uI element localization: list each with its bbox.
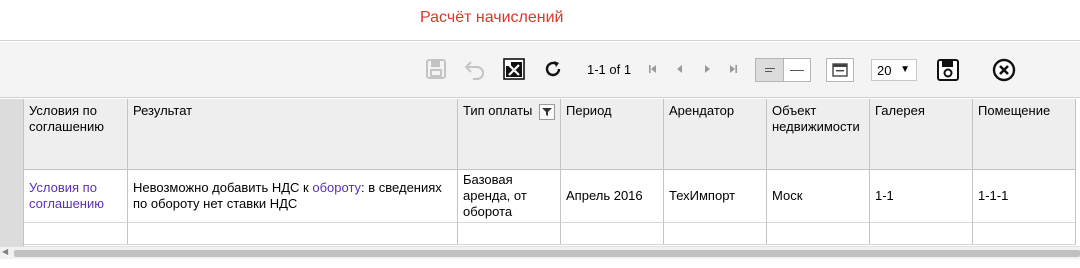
column-header-payment-type-label: Тип оплаты	[463, 103, 533, 118]
turnover-link[interactable]: обороту	[312, 180, 361, 195]
conditions-link[interactable]: Условия по соглашению	[29, 180, 122, 212]
horizontal-scrollbar[interactable]: ◀	[0, 246, 1080, 259]
empty-row-cell	[561, 223, 664, 245]
empty-row-cell	[128, 223, 458, 245]
column-header-period[interactable]: Период	[561, 99, 664, 170]
first-page-icon[interactable]	[647, 63, 659, 75]
page-size-select[interactable]: 20 ▼	[871, 59, 917, 81]
wide-view-icon[interactable]	[783, 59, 810, 81]
pager-text: 1-1 of 1	[587, 62, 632, 77]
table-row-cell-property: Моск	[767, 170, 870, 223]
column-header-result[interactable]: Результат	[128, 99, 458, 170]
column-header-payment-type[interactable]: Тип оплаты	[458, 99, 561, 170]
page-size-value: 20	[877, 63, 892, 78]
empty-row-cell	[458, 223, 561, 245]
table-row-cell-room: 1-1-1	[973, 170, 1076, 223]
result-text: Невозможно добавить НДС к обороту: в све…	[133, 180, 452, 212]
table-row-cell-payment-type: Базовая аренда, от оборота	[458, 170, 561, 223]
table-row-cell-conditions: Условия по соглашению	[24, 170, 128, 223]
save-icon[interactable]	[424, 57, 448, 81]
scroll-left-icon[interactable]: ◀	[2, 247, 8, 256]
empty-row-cell	[973, 223, 1076, 245]
page-title: Расчёт начислений	[420, 9, 564, 26]
empty-row-cell	[870, 223, 973, 245]
scrollbar-thumb[interactable]	[14, 250, 1080, 257]
column-chooser-icon[interactable]	[826, 58, 854, 82]
column-header-conditions[interactable]: Условия по соглашению	[24, 99, 128, 170]
result-text-before: Невозможно добавить НДС к	[133, 180, 313, 195]
empty-row-cell	[664, 223, 767, 245]
column-header-room[interactable]: Помещение	[973, 99, 1076, 170]
close-icon[interactable]	[991, 57, 1017, 83]
row-gutter	[0, 99, 24, 246]
compact-view-icon[interactable]	[756, 59, 783, 81]
save-settings-icon[interactable]	[935, 57, 961, 83]
table-row-cell-tenant: ТехИмпорт	[664, 170, 767, 223]
table-row-cell-gallery: 1-1	[870, 170, 973, 223]
empty-row-cell	[767, 223, 870, 245]
view-toggle	[755, 58, 811, 82]
undo-icon[interactable]	[462, 57, 488, 81]
chevron-down-icon: ▼	[900, 64, 910, 75]
toolbar: 1-1 of 1 20 ▼	[0, 42, 1080, 98]
next-page-icon[interactable]	[701, 63, 713, 75]
column-header-tenant[interactable]: Арендатор	[664, 99, 767, 170]
empty-row-cell	[24, 223, 128, 245]
column-header-gallery[interactable]: Галерея	[870, 99, 973, 170]
refresh-icon[interactable]	[542, 58, 564, 80]
table-row-cell-result: Невозможно добавить НДС к обороту: в све…	[128, 170, 458, 223]
column-header-property[interactable]: Объект недвижимости	[767, 99, 870, 170]
title-bar: Расчёт начислений	[0, 0, 1080, 41]
table-row-cell-period: Апрель 2016	[561, 170, 664, 223]
last-page-icon[interactable]	[727, 63, 739, 75]
excel-export-icon[interactable]	[502, 57, 526, 81]
filter-icon[interactable]	[539, 104, 555, 120]
prev-page-icon[interactable]	[674, 63, 686, 75]
